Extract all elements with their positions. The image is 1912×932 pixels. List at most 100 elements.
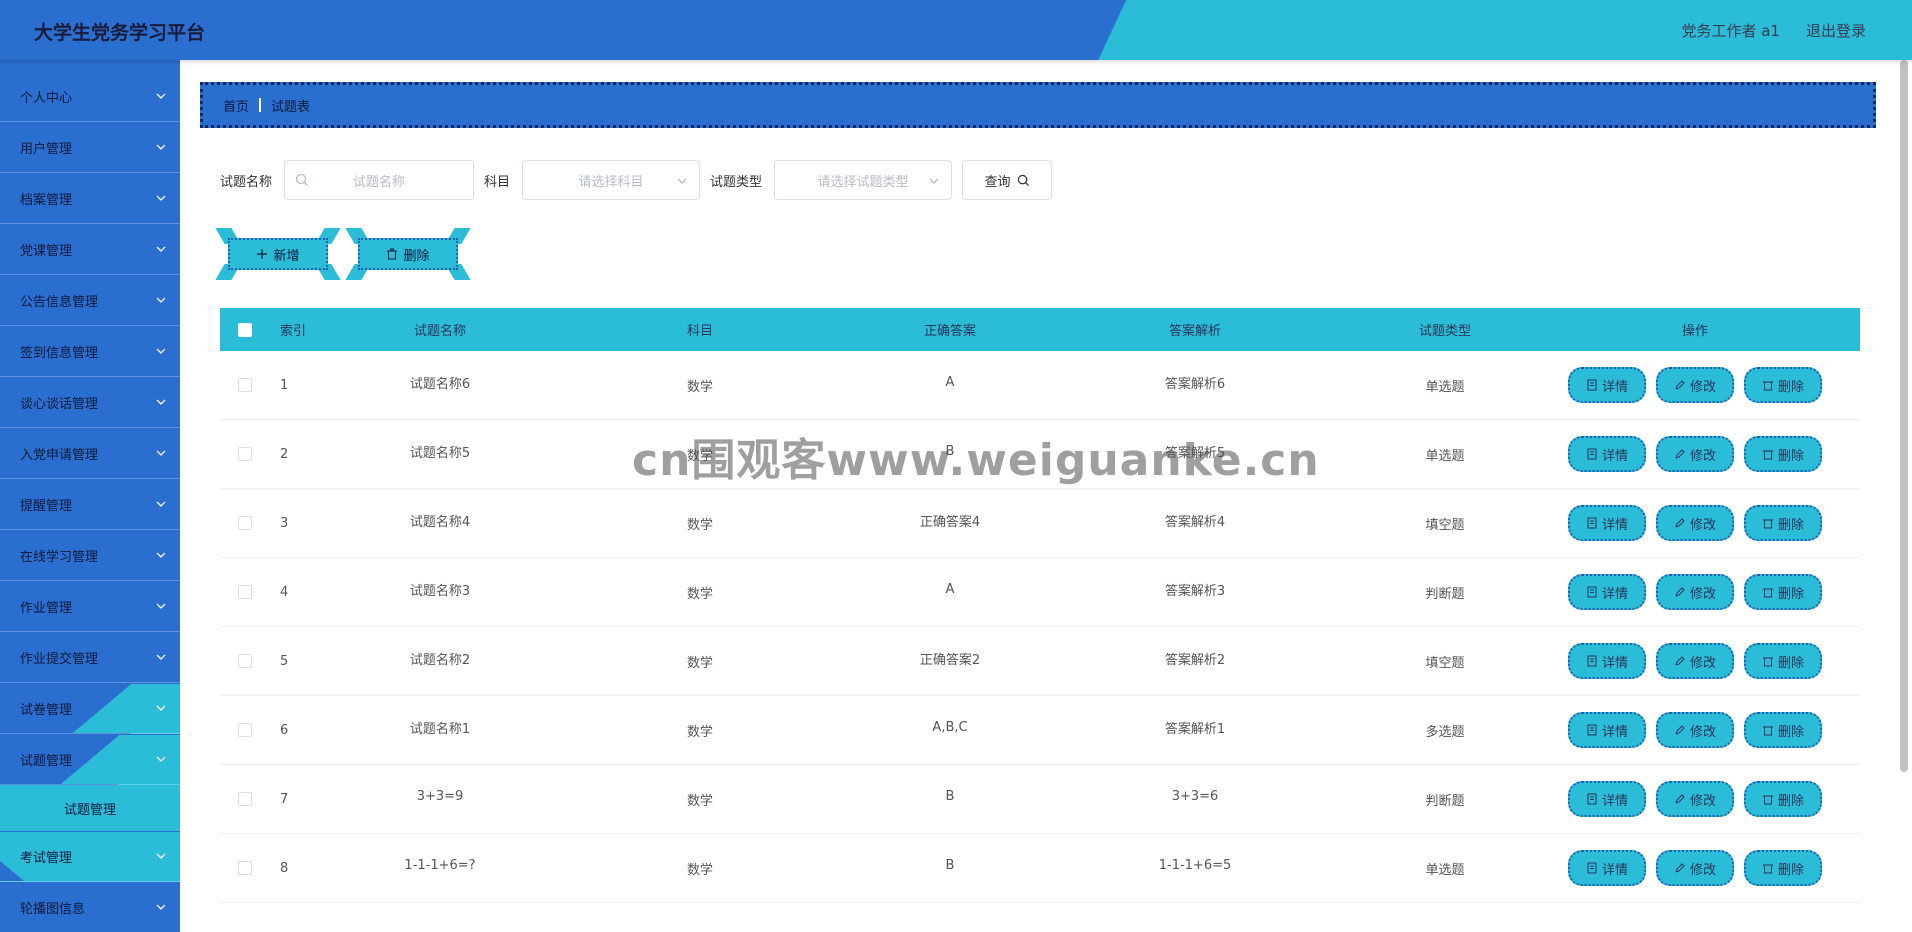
edit-button[interactable]: 修改 [1656, 505, 1734, 541]
document-icon [1587, 448, 1597, 460]
col-explain: 答案解析 [1168, 324, 1221, 339]
delete-button[interactable]: 删除 [1744, 574, 1822, 610]
delete-button[interactable]: 删除 [1744, 367, 1822, 403]
sidebar-item[interactable]: 轮播图信息 [0, 883, 180, 932]
edit-button[interactable]: 修改 [1656, 781, 1734, 817]
row-checkbox[interactable] [238, 585, 252, 599]
cell-index: 8 [280, 860, 289, 876]
sidebar-item[interactable]: 用户管理 [0, 123, 180, 173]
cell-index: 6 [280, 722, 289, 738]
row-checkbox[interactable] [238, 723, 252, 737]
cell-ops: 详情 修改 删除 [1530, 505, 1860, 541]
sidebar-item-label: 用户管理 [20, 142, 73, 157]
row-checkbox[interactable] [238, 654, 252, 668]
sidebar-item[interactable]: 档案管理 [0, 174, 180, 224]
table-row: 8 1-1-1+6=? 数学 B 1-1-1+6=5 单选题 详情 修改 删除 [220, 834, 1860, 903]
name-search-input[interactable]: 试题名称 [284, 160, 475, 200]
sidebar-item[interactable]: 作业提交管理 [0, 633, 180, 683]
cell-name: 试题名称3 [409, 583, 471, 599]
cell-index: 3 [280, 515, 289, 531]
sidebar-item[interactable]: 试卷管理 [0, 684, 180, 734]
sidebar-item[interactable]: 个人中心 [0, 72, 180, 122]
sidebar-item[interactable]: 考试管理 [0, 832, 180, 882]
search-icon [295, 173, 308, 186]
type-select[interactable]: 请选择试题类型 [774, 160, 953, 200]
chevron-down-icon [156, 654, 166, 660]
row-checkbox[interactable] [238, 516, 252, 530]
detail-button[interactable]: 详情 [1568, 505, 1646, 541]
cell-answer: B [945, 443, 955, 459]
cell-name: 试题名称1 [409, 721, 471, 737]
detail-button[interactable]: 详情 [1568, 436, 1646, 472]
detail-button[interactable]: 详情 [1568, 781, 1646, 817]
detail-button[interactable]: 详情 [1568, 712, 1646, 748]
search-bar: 试题名称 试题名称 科目 请选择科目 试题类型 请选择试题类型 查询 [220, 160, 1053, 200]
row-checkbox[interactable] [238, 378, 252, 392]
detail-button[interactable]: 详情 [1568, 850, 1646, 886]
sidebar-item[interactable]: 提醒管理 [0, 480, 180, 530]
chevron-down-icon [156, 297, 166, 303]
delete-button[interactable]: 删除 [1744, 712, 1822, 748]
trash-icon [1762, 588, 1773, 598]
cell-explain: 答案解析4 [1164, 514, 1226, 530]
edit-button[interactable]: 修改 [1656, 643, 1734, 679]
row-checkbox[interactable] [238, 792, 252, 806]
delete-label: 删除 [1777, 448, 1804, 464]
sidebar-item-label: 提醒管理 [20, 499, 73, 514]
chevron-down-icon [156, 195, 166, 201]
detail-button[interactable]: 详情 [1568, 574, 1646, 610]
delete-button[interactable]: 删除 [1744, 436, 1822, 472]
logout-link[interactable]: 退出登录 [1806, 20, 1866, 41]
sidebar-item[interactable]: 党课管理 [0, 225, 180, 275]
sidebar-item[interactable]: 试题管理 [0, 735, 180, 785]
chevron-down-icon [156, 450, 166, 456]
chevron-down-icon [156, 246, 166, 252]
row-checkbox[interactable] [238, 861, 252, 875]
type-label: 试题类型 [710, 174, 763, 190]
sidebar-subitem-question[interactable]: 试题管理 [0, 785, 180, 831]
edit-button[interactable]: 修改 [1656, 712, 1734, 748]
edit-label: 修改 [1689, 724, 1716, 740]
query-button[interactable]: 查询 [962, 160, 1053, 200]
cell-answer: A [945, 374, 955, 390]
chevron-down-icon [156, 705, 166, 711]
cell-explain: 答案解析2 [1164, 652, 1226, 668]
sidebar-item[interactable]: 作业管理 [0, 582, 180, 632]
batch-delete-button[interactable]: 删除 [345, 228, 471, 280]
sidebar-item[interactable]: 入党申请管理 [0, 429, 180, 479]
sidebar-item[interactable]: 公告信息管理 [0, 276, 180, 326]
sidebar-item[interactable]: 谈心谈话管理 [0, 378, 180, 428]
plus-icon [257, 249, 268, 259]
detail-button[interactable]: 详情 [1568, 643, 1646, 679]
cell-subject: 数学 [686, 793, 713, 809]
main-content: 首页 试题表 试题名称 试题名称 科目 请选择科目 试题类型 请选择试题类型 查… [180, 60, 1892, 932]
breadcrumb-current: 试题表 [271, 99, 311, 115]
edit-button[interactable]: 修改 [1656, 367, 1734, 403]
scrollbar[interactable] [1900, 60, 1908, 772]
edit-button[interactable]: 修改 [1656, 436, 1734, 472]
edit-button[interactable]: 修改 [1656, 850, 1734, 886]
breadcrumb-home[interactable]: 首页 [223, 96, 249, 115]
cell-ops: 详情 修改 删除 [1530, 574, 1860, 610]
user-name[interactable]: 党务工作者 a1 [1681, 20, 1780, 41]
subject-select[interactable]: 请选择科目 [522, 160, 701, 200]
cell-subject: 数学 [686, 517, 713, 533]
delete-button[interactable]: 删除 [1744, 781, 1822, 817]
detail-button[interactable]: 详情 [1568, 367, 1646, 403]
cell-type: 单选题 [1425, 379, 1465, 395]
cell-index: 4 [280, 584, 289, 600]
delete-label: 删除 [1777, 517, 1804, 533]
delete-button[interactable]: 删除 [1744, 643, 1822, 679]
add-button[interactable]: 新增 [215, 228, 341, 280]
cell-subject: 数学 [686, 862, 713, 878]
cell-answer: A,B,C [932, 719, 968, 735]
row-checkbox[interactable] [238, 447, 252, 461]
delete-button[interactable]: 删除 [1744, 850, 1822, 886]
sidebar-item[interactable]: 签到信息管理 [0, 327, 180, 377]
sidebar-item-label: 轮播图信息 [20, 902, 86, 917]
cell-explain: 答案解析6 [1164, 376, 1226, 392]
edit-button[interactable]: 修改 [1656, 574, 1734, 610]
delete-button[interactable]: 删除 [1744, 505, 1822, 541]
select-all-checkbox[interactable] [238, 322, 252, 337]
sidebar-item[interactable]: 在线学习管理 [0, 531, 180, 581]
